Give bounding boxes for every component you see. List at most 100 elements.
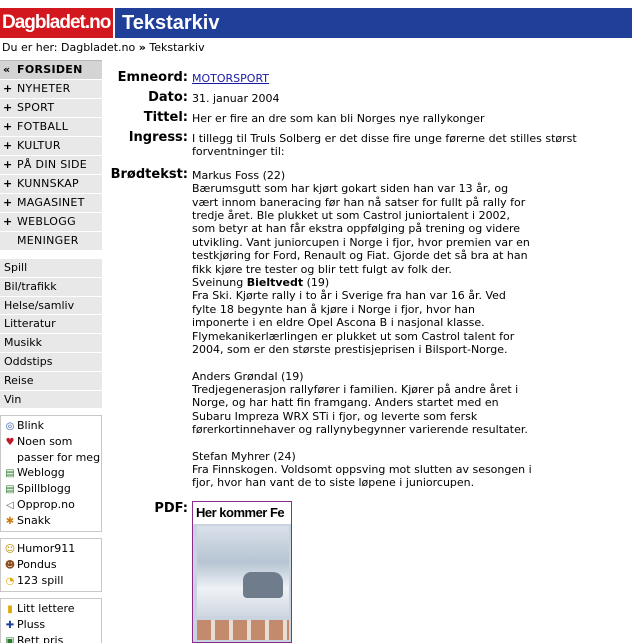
expand-plus-icon: + [3,158,13,171]
service-link-spillblogg[interactable]: ▤ Spillblogg [3,481,99,497]
service-label: Pondus [17,558,57,572]
dato-row: Dato: 31. januar 2004 [110,90,630,106]
back-arrow-icon: « [3,63,11,76]
sub-nav: Spill Bil/trafikk Helse/samliv Litteratu… [0,259,102,410]
pdf-row: PDF: Her kommer Fe [110,500,630,643]
services-box: ◎ Blink ♥ Noen som passer for meg ▤ Weblogg… [0,415,102,533]
main-nav: « FORSIDEN + NYHETER + SPORT + FOTBALL + KULT… [0,60,102,251]
ingress-value: I tillegg til Truls Solberg er det disse… [192,132,577,159]
service-label: Rett pris [17,634,64,643]
service-link-opprop[interactable]: ◁ Opprop.no [3,497,99,513]
nav-label: FOTBALL [17,120,69,133]
service-label: passer for meg [17,451,101,465]
fun-box: ☺ Humor911 ☻ Pondus ◔ 123 spill [0,538,102,593]
breadcrumb-separator: » [138,41,146,54]
tittel-row: Tittel: Her er fire an dre som kan bli N… [110,110,630,126]
service-link-noen-som-cont[interactable]: passer for meg [3,450,101,465]
humor-icon: ☺ [4,544,16,556]
nav-item-pa-din-side[interactable]: + PÅ DIN SIDE [0,156,102,175]
nav-label: MAGASINET [17,196,85,209]
subnav-item-reise[interactable]: Reise [0,371,102,391]
subnav-item-bil-trafikk[interactable]: Bil/trafikk [0,277,102,297]
expand-plus-icon: + [3,101,13,114]
emneord-label: Emneord: [117,70,188,85]
name-first: Sveinung [192,276,247,290]
person-text: Tredjegenerasjon rallyfører i familien. … [192,382,528,437]
expand-plus-icon: + [3,196,13,209]
expand-plus-icon: + [3,82,13,95]
subnav-item-spill[interactable]: Spill [0,259,102,278]
subnav-item-litteratur[interactable]: Litteratur [0,315,102,335]
emneord-link[interactable]: MOTORSPORT [192,72,269,85]
site-logo[interactable]: Dagbladet.no [0,8,113,38]
service-link-noen-som[interactable]: ♥ Noen som [3,434,99,450]
pause-icon: ▮ [7,604,13,616]
nav-label: KULTUR [17,139,61,152]
breadcrumb: Du er her: Dagbladet.no » Tekstarkiv [2,41,205,54]
service-label: Weblogg [17,466,65,480]
person-text: Fra Finnskogen. Voldsomt oppsving mot sl… [192,462,532,490]
nav-label: FORSIDEN [17,63,83,76]
pdf-label: PDF: [154,500,188,516]
expand-plus-icon: + [3,177,13,190]
subnav-item-helse-samliv[interactable]: Helse/samliv [0,296,102,316]
nav-label: KUNNSKAP [17,177,79,190]
brodtekst-row: Brødtekst: Markus Foss (22) Bærumsgutt s… [110,167,630,503]
service-link-pondus[interactable]: ☻ Pondus [3,557,99,573]
weblogg-icon: ▤ [5,468,15,480]
service-label: Spillblogg [17,482,71,496]
pdf-thumbnail[interactable]: Her kommer Fe [192,500,292,643]
pdf-car-shape [243,571,283,598]
pondus-icon: ☻ [4,560,16,572]
megaphone-icon: ◁ [6,500,14,512]
nav-label: SPORT [17,101,55,114]
service-label: Pluss [17,618,46,632]
service-label: Opprop.no [17,498,75,512]
ingress-label: Ingress: [128,130,188,145]
shop-box: ▮ Litt lettere ✚ Pluss ▣ Rett pris [0,598,102,643]
expand-plus-icon: + [3,139,13,152]
service-label: 123 spill [17,574,64,588]
nav-item-sport[interactable]: + SPORT [0,99,102,118]
tittel-label: Tittel: [143,110,188,125]
person-name: Stefan Myhrer (24) [192,449,296,463]
site-header: Dagbladet.no Tekstarkiv [0,8,632,38]
service-label: Noen som [17,435,73,449]
breadcrumb-prefix: Du er her: [2,41,58,54]
plus-icon: ✚ [5,620,15,632]
person-text: Fra Ski. Kjørte rally i to år i Sverige … [192,289,515,357]
service-label: Litt lettere [17,602,75,616]
service-link-litt-lettere[interactable]: ▮ Litt lettere [3,601,99,617]
ingress-row: Ingress: I tillegg til Truls Solberg er … [110,130,630,159]
subnav-item-vin[interactable]: Vin [0,390,102,410]
nav-item-kunnskap[interactable]: + KUNNSKAP [0,175,102,194]
snakk-icon: ✱ [5,516,15,528]
service-link-123-spill[interactable]: ◔ 123 spill [3,573,99,589]
service-link-weblogg[interactable]: ▤ Weblogg [3,465,99,481]
service-link-humor911[interactable]: ☺ Humor911 [3,541,99,557]
body-part-1: Markus Foss (22) Bærumsgutt som har kjør… [192,169,532,357]
pdf-portrait-strip [197,619,289,640]
nav-item-fotball[interactable]: + FOTBALL [0,118,102,137]
person-name: Sveinung Bieltvedt (19) [192,276,532,289]
emneord-row: Emneord: MOTORSPORT [110,70,630,86]
breadcrumb-home[interactable]: Dagbladet.no [61,41,135,54]
nav-item-weblogg[interactable]: + WEBLOGG [0,213,102,232]
subnav-item-musikk[interactable]: Musikk [0,334,102,353]
nav-item-nyheter[interactable]: + NYHETER [0,80,102,99]
nav-item-magasinet[interactable]: + MAGASINET [0,194,102,213]
body-part-3: Stefan Myhrer (24) Fra Finnskogen. Volds… [192,450,532,490]
nav-item-forsiden[interactable]: « FORSIDEN [0,61,102,80]
service-link-snakk[interactable]: ✱ Snakk [3,513,99,529]
service-link-blink[interactable]: ◎ Blink [3,418,99,434]
subnav-item-oddstips[interactable]: Oddstips [0,352,102,372]
nav-item-kultur[interactable]: + KULTUR [0,137,102,156]
nav-item-meninger[interactable]: MENINGER [0,232,102,251]
pdf-value: Her kommer Fe [192,500,630,643]
person-name: Anders Grøndal (19) [192,369,304,383]
service-link-pluss[interactable]: ✚ Pluss [3,617,99,633]
dato-label: Dato: [148,90,188,105]
service-link-rett-pris[interactable]: ▣ Rett pris [3,633,99,643]
header-divider [113,8,115,38]
blink-icon: ◎ [5,421,15,433]
